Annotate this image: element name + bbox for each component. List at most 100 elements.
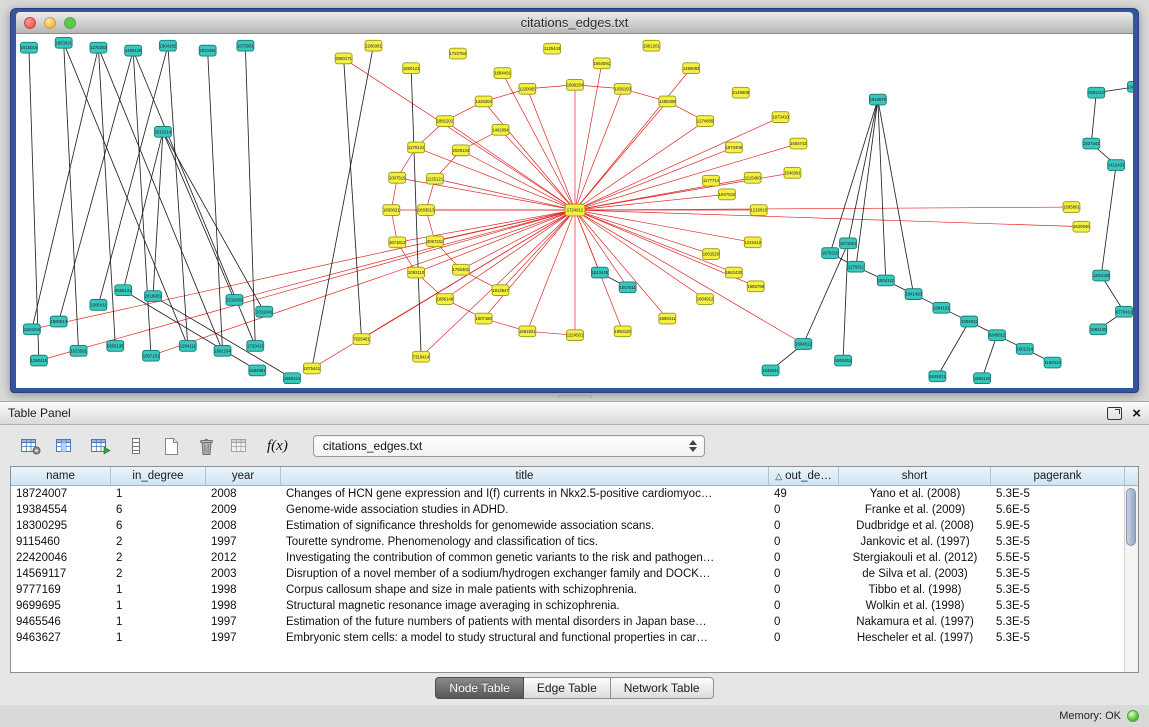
paper-node[interactable]: 1177714 (703, 175, 720, 186)
column-header-title[interactable]: title (281, 467, 769, 485)
paper-node[interactable]: 1830021 (383, 205, 400, 216)
paper-node[interactable]: 1023591 (70, 345, 87, 356)
paper-node[interactable]: 1679310 (822, 248, 839, 259)
citation-edge[interactable] (575, 101, 667, 210)
paper-node[interactable]: 1184104 (23, 324, 40, 335)
paper-node[interactable]: 1691204 (214, 345, 231, 356)
paper-node[interactable]: 1720411 (247, 341, 264, 352)
paper-node[interactable]: 1442094 (492, 124, 509, 135)
paper-node[interactable]: 1094811 (961, 316, 978, 327)
paper-node[interactable]: 1092110 (408, 267, 425, 278)
paper-node[interactable]: 1290415 (30, 355, 47, 366)
column-header-in_degree[interactable]: in_degree (111, 467, 206, 485)
paper-node[interactable]: 1664091 (593, 58, 610, 69)
citation-edge[interactable] (848, 100, 878, 244)
paper-node[interactable]: 1125121 (427, 173, 444, 184)
paper-node[interactable]: 1057101 (143, 350, 160, 361)
citation-edge[interactable] (501, 210, 575, 290)
citation-edge[interactable] (982, 335, 997, 378)
paper-node[interactable]: 1950120 (614, 326, 631, 337)
paper-node[interactable]: 1485308 (659, 96, 676, 107)
paper-node[interactable]: 1604743 (790, 138, 807, 149)
paper-node[interactable]: 1804912 (697, 294, 714, 305)
citation-edge[interactable] (461, 150, 575, 210)
paper-node[interactable]: 1941420 (905, 289, 922, 300)
paper-node[interactable]: 1274809 (697, 116, 714, 127)
paper-node[interactable]: 1693411 (659, 313, 676, 324)
citation-edge[interactable] (937, 322, 969, 377)
paper-node[interactable]: 1945041 (762, 365, 779, 376)
paper-node[interactable]: 9245012 (989, 330, 1006, 341)
paper-node[interactable]: 2011041 (256, 306, 273, 317)
paper-node[interactable]: 1412431 (1108, 160, 1125, 171)
panel-splitter[interactable] (0, 393, 1149, 401)
paper-node[interactable]: 2059131 (115, 285, 132, 296)
table-columns-icon[interactable] (53, 433, 79, 459)
citation-edge[interactable] (575, 144, 798, 210)
paper-node[interactable]: 1886149 (436, 294, 453, 305)
paper-node[interactable]: 1684951 (249, 365, 266, 376)
table-settings-icon[interactable] (18, 433, 44, 459)
citation-edge[interactable] (153, 132, 163, 296)
paper-node[interactable]: 2616081 (145, 291, 162, 302)
paper-node[interactable]: 1604812 (795, 339, 812, 350)
tab-edge-table[interactable]: Edge Table (524, 677, 611, 699)
paper-node[interactable]: 1696254 (567, 79, 584, 90)
paper-node[interactable]: 1007519 (389, 172, 406, 183)
paper-node[interactable]: 1513445 (591, 267, 608, 278)
citation-edge[interactable] (168, 46, 188, 346)
citation-edge[interactable] (484, 210, 575, 319)
paper-node[interactable]: 1279311 (848, 261, 865, 272)
paper-node[interactable]: 1973409 (725, 142, 742, 153)
citation-edge[interactable] (208, 51, 223, 351)
paper-node[interactable]: 1853021 (55, 37, 72, 48)
citation-edge[interactable] (445, 121, 575, 210)
citation-edge[interactable] (344, 58, 362, 339)
paper-node[interactable]: 1662430 (725, 267, 742, 278)
citation-edge[interactable] (575, 210, 734, 273)
paper-node[interactable]: 1216010 (750, 205, 767, 216)
table-row[interactable]: 1456911722003Disruption of a novel membe… (11, 566, 1125, 582)
paper-node[interactable]: 1860121 (403, 63, 420, 74)
paper-node[interactable]: 1591410 (1088, 87, 1105, 98)
minimize-window-button[interactable] (44, 17, 56, 29)
close-panel-icon[interactable]: × (1132, 406, 1141, 421)
citation-edge[interactable] (484, 101, 575, 210)
paper-node[interactable]: 3067211 (427, 236, 444, 247)
paper-node[interactable]: 1220065 (519, 83, 536, 94)
citation-edge[interactable] (29, 48, 39, 361)
delete-table-icon[interactable] (193, 433, 219, 459)
table-import-icon[interactable] (88, 433, 114, 459)
citation-edge[interactable] (1101, 165, 1116, 276)
paper-node[interactable]: 1684101 (933, 302, 950, 313)
network-canvas[interactable]: 1724012 1216010 1115460 1973409 1274809 … (16, 34, 1133, 388)
zoom-window-button[interactable] (64, 17, 76, 29)
paper-node[interactable]: 1860451 (835, 355, 852, 366)
new-table-icon[interactable] (158, 433, 184, 459)
paper-node[interactable]: 1284111 (179, 341, 196, 352)
paper-node[interactable]: 2610314 (155, 126, 172, 137)
table-row[interactable]: 911546021997Tourette syndrome. Phenomeno… (11, 534, 1125, 550)
citation-edge[interactable] (527, 89, 575, 210)
paper-node[interactable]: 1973410 (772, 112, 789, 123)
paper-node[interactable]: 1961201 (643, 40, 660, 51)
paper-node[interactable]: 1275131 (408, 142, 425, 153)
paper-node[interactable]: 1881201 (436, 116, 453, 127)
paper-node[interactable]: 1075441 (303, 363, 320, 374)
paper-node[interactable]: 1944879 (869, 94, 886, 105)
citation-edge[interactable] (445, 210, 575, 299)
citation-network-graph[interactable]: 1724012 1216010 1115460 1973409 1274809 … (16, 34, 1133, 388)
paper-node[interactable]: 2145809 (732, 87, 749, 98)
close-window-button[interactable] (24, 17, 36, 29)
tab-network-table[interactable]: Network Table (611, 677, 714, 699)
paper-node[interactable]: 7625401 (353, 334, 370, 345)
column-header-out_de[interactable]: △out_de… (769, 467, 839, 485)
paper-node[interactable]: 1150414 (1044, 357, 1061, 368)
paper-node[interactable]: 1792401 (452, 264, 469, 275)
tab-node-table[interactable]: Node Table (435, 677, 524, 699)
paper-node[interactable]: 1084120 (1090, 324, 1107, 335)
paper-node[interactable]: 1115460 (744, 172, 761, 183)
citation-edge[interactable] (435, 179, 575, 210)
citation-edge[interactable] (856, 100, 878, 267)
column-header-name[interactable]: name (11, 467, 111, 485)
